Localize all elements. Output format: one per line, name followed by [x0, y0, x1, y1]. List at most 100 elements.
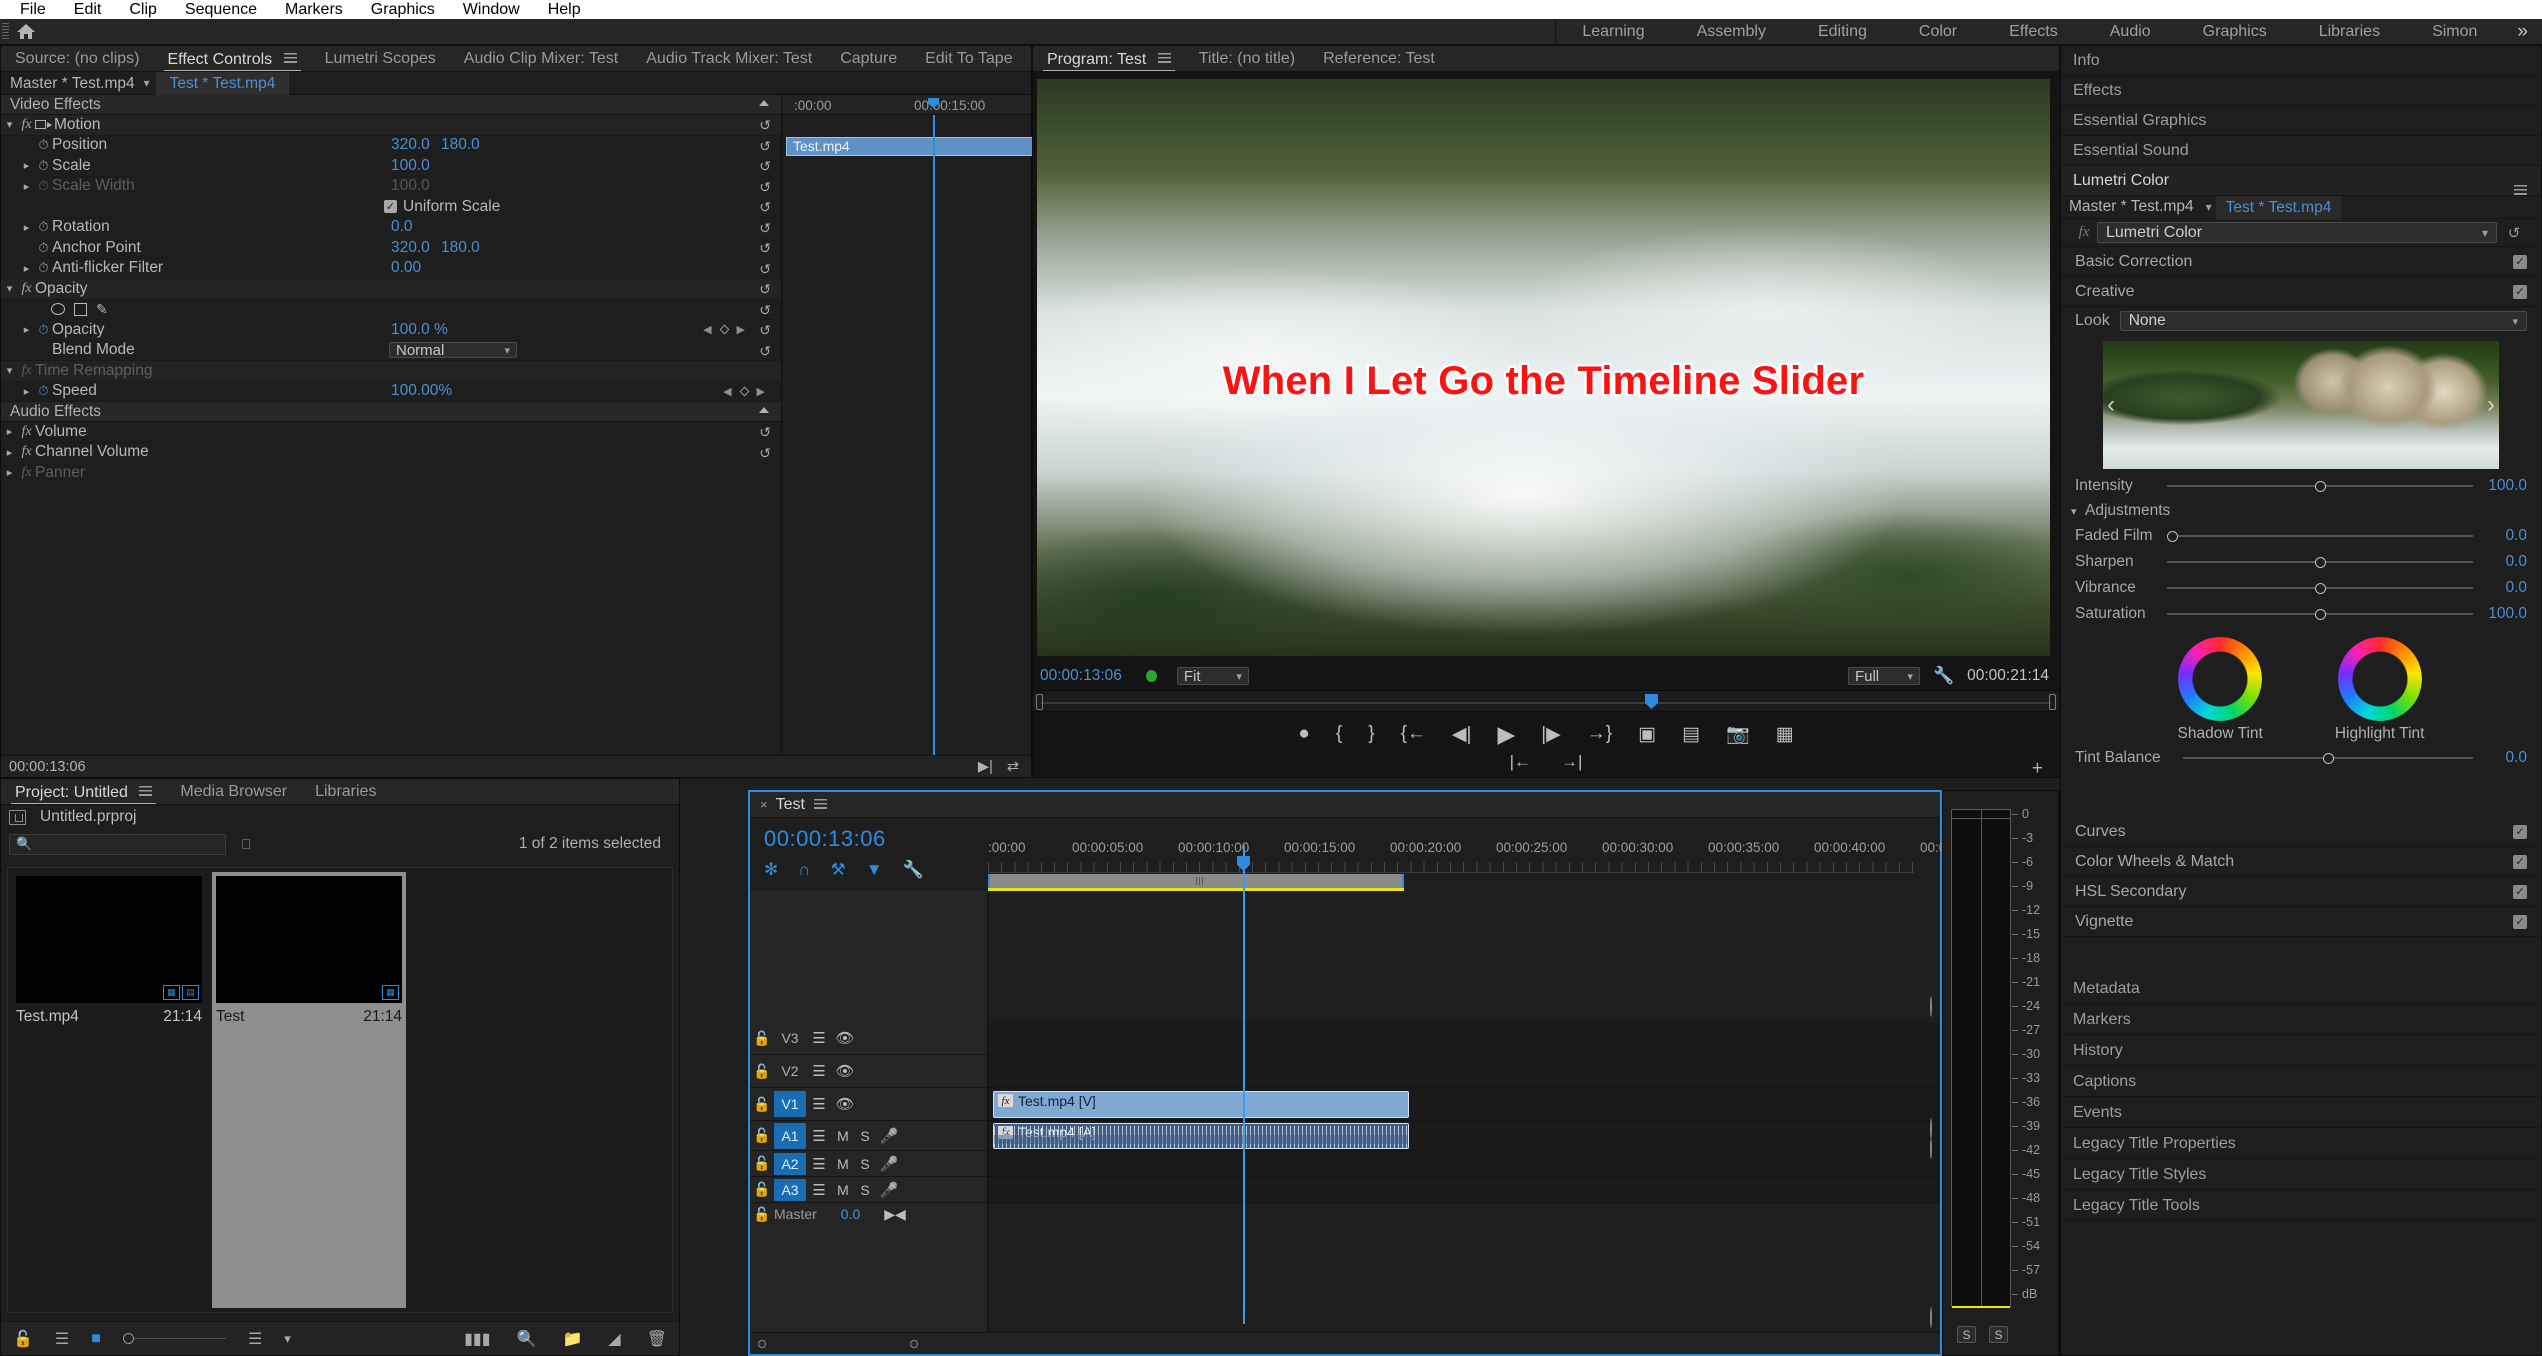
reset-icon[interactable]: ↺ — [759, 138, 771, 155]
tab-libraries[interactable]: Libraries — [301, 779, 390, 804]
timeline-hscrollbar[interactable] — [750, 1332, 1940, 1354]
track-header-a3[interactable]: 🔓 A3 ☰ M S 🎤 — [750, 1177, 988, 1203]
slider-value[interactable]: 0.0 — [2481, 527, 2527, 545]
track-lane-a2[interactable] — [988, 1151, 1940, 1177]
step-forward-icon[interactable]: |▶ — [1541, 723, 1561, 746]
tab-audio-clip-mixer[interactable]: Audio Clip Mixer: Test — [450, 46, 632, 71]
slider-track[interactable] — [2183, 751, 2473, 765]
settings-wrench-icon[interactable]: 🔧 — [1933, 666, 1954, 686]
ellipse-mask-icon[interactable] — [51, 303, 65, 316]
toggle-animation-icon[interactable]: ▶| — [978, 759, 993, 775]
track-name[interactable]: V3 — [774, 1030, 806, 1046]
menu-clip[interactable]: Clip — [115, 1, 171, 19]
twirl-right-icon[interactable]: ▸ — [1, 466, 18, 479]
lock-icon[interactable]: 🔓 — [750, 1206, 774, 1223]
property-value-y[interactable]: 180.0 — [441, 239, 480, 257]
property-value-y[interactable]: 180.0 — [441, 136, 480, 154]
effect-row-channel-volume[interactable]: ▸ fx Channel Volume ↺ — [1, 443, 781, 463]
voice-over-record-icon[interactable]: 🎤 — [876, 1181, 902, 1199]
lock-icon[interactable]: 🔓 — [750, 1181, 774, 1198]
rectangle-mask-icon[interactable] — [74, 302, 87, 316]
reset-icon[interactable]: ↺ — [759, 343, 771, 360]
add-keyframe-icon[interactable] — [739, 386, 749, 397]
sequence-clip-label[interactable]: Test * Test.mp4 — [2215, 195, 2342, 219]
slider-track[interactable] — [2167, 607, 2473, 621]
timeline-clip-audio[interactable]: fx Test.mp4 [A] — [993, 1123, 1409, 1149]
extract-icon[interactable]: ▤ — [1682, 723, 1700, 746]
video-effects-header[interactable]: Video Effects — [1, 95, 781, 115]
panel-tab-captions[interactable]: Captions — [2061, 1066, 2541, 1097]
menu-help[interactable]: Help — [534, 1, 595, 19]
zoom-level-select[interactable]: Fit ▾ — [1176, 667, 1249, 685]
marker-icon[interactable]: ▼ — [866, 860, 883, 880]
track-lane-v2[interactable] — [988, 1055, 1940, 1088]
workspace-tab-color[interactable]: Color — [1893, 19, 1983, 45]
twirl-right-icon[interactable]: ▸ — [1, 425, 18, 438]
tab-reference[interactable]: Reference: Test — [1309, 46, 1449, 71]
new-bin-icon[interactable]: 📁 — [562, 1329, 582, 1349]
panel-tab-lumetri-color[interactable]: Lumetri Color — [2061, 166, 2541, 196]
checkbox-checked-icon[interactable]: ✓ — [2513, 254, 2527, 269]
panel-tab-info[interactable]: Info — [2061, 46, 2541, 76]
reset-icon[interactable]: ↺ — [759, 179, 771, 196]
property-row-rotation[interactable]: ▸ ⏱ Rotation 0.0 ↺ — [1, 218, 781, 238]
slider-track[interactable] — [2167, 555, 2473, 569]
section-hsl-secondary[interactable]: HSL Secondary ✓ — [2061, 877, 2541, 907]
mute-button[interactable]: M — [832, 1128, 854, 1144]
program-video-frame[interactable]: When I Let Go the Timeline Slider — [1037, 79, 2050, 656]
track-zoom-dot-top[interactable] — [1930, 996, 1932, 1017]
track-header-v3[interactable]: 🔓 V3 ☰ 👁 — [750, 1022, 988, 1055]
panel-tab-effects[interactable]: Effects — [2061, 76, 2541, 106]
go-to-in-icon[interactable]: {← — [1401, 723, 1426, 745]
lock-icon[interactable]: 🔓 — [750, 1030, 774, 1047]
reset-icon[interactable]: ↺ — [759, 158, 771, 175]
panel-tab-history[interactable]: History — [2061, 1035, 2541, 1066]
effect-row-time-remapping[interactable]: ▾ fx Time Remapping — [1, 361, 781, 382]
tab-effect-controls[interactable]: Effect Controls — [154, 46, 311, 71]
panel-tab-legacy-title-tools[interactable]: Legacy Title Tools — [2061, 1190, 2541, 1221]
twirl-down-icon[interactable]: ▾ — [1, 282, 18, 295]
tab-progress[interactable]: Progress — [1027, 46, 1031, 71]
slider-knob[interactable] — [2315, 583, 2326, 594]
lock-icon[interactable]: 🔓 — [750, 1096, 774, 1113]
program-duration-timecode[interactable]: 00:00:21:14 — [1967, 667, 2049, 685]
zoom-slider-knob[interactable] — [122, 1333, 134, 1344]
resolution-select[interactable]: Full ▾ — [1847, 667, 1920, 685]
timeline-sequence-name[interactable]: Test — [776, 796, 805, 814]
track-name[interactable]: A3 — [774, 1178, 806, 1201]
track-lane-v3[interactable] — [988, 1022, 1940, 1055]
freeform-view-icon[interactable]: ▮▮▮ — [464, 1329, 490, 1349]
scrubbar-playhead[interactable] — [1645, 694, 1658, 709]
track-lane-a1[interactable]: fx Test.mp4 [A] — [988, 1121, 1940, 1151]
tab-media-browser[interactable]: Media Browser — [166, 779, 301, 804]
meter-solo-left[interactable]: S — [1957, 1326, 1976, 1343]
drag-grip-icon[interactable] — [2, 22, 9, 41]
prev-keyframe-icon[interactable]: ◀ — [703, 323, 711, 336]
sync-lock-icon[interactable]: ☰ — [806, 1029, 832, 1047]
stopwatch-icon[interactable]: ⏱ — [35, 240, 52, 256]
eye-toggle-icon[interactable]: 👁 — [832, 1062, 858, 1080]
property-row-uniform-scale[interactable]: ✓ Uniform Scale ↺ — [1, 197, 781, 218]
workspace-tab-learning[interactable]: Learning — [1556, 19, 1670, 45]
comparison-view-icon[interactable]: ▦ — [1776, 723, 1794, 746]
dropped-frame-indicator-icon[interactable] — [1145, 670, 1157, 682]
filter-bin-content-icon[interactable]: ⎕ — [242, 836, 250, 853]
stopwatch-active-icon[interactable]: ⏱ — [35, 383, 52, 399]
panel-menu-icon[interactable] — [2514, 176, 2527, 206]
property-row-anti-flicker[interactable]: ▸ ⏱ Anti-flicker Filter 0.00 ↺ — [1, 259, 781, 279]
workspace-tab-effects[interactable]: Effects — [1983, 19, 2084, 45]
property-value-x[interactable]: 320.0 — [391, 136, 430, 154]
project-item-test-sequence[interactable]: ▦ Test 21:14 — [212, 872, 406, 1308]
next-look-icon[interactable]: › — [2487, 391, 2495, 419]
slider-track[interactable] — [2167, 479, 2473, 493]
reset-icon[interactable]: ↺ — [759, 261, 771, 278]
find-icon[interactable]: 🔍 — [517, 1329, 537, 1349]
track-lane-a3[interactable] — [988, 1177, 1940, 1203]
lumetri-effect-select[interactable]: Lumetri Color ▾ — [2097, 222, 2497, 243]
collapse-triangle-icon[interactable] — [759, 407, 769, 413]
export-frame-icon[interactable]: 📷 — [1726, 722, 1750, 746]
panel-menu-icon[interactable] — [813, 796, 827, 814]
item-thumbnail[interactable]: ▦ ▤ — [16, 876, 202, 1003]
track-lane-v1[interactable]: fx Test.mp4 [V] — [988, 1088, 1940, 1121]
slider-value[interactable]: 0.0 — [2481, 749, 2527, 767]
